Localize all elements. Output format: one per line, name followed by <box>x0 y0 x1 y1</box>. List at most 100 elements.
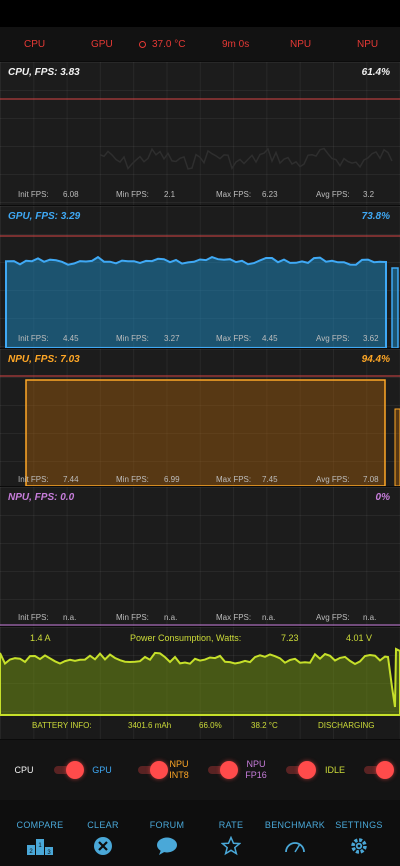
max-fps-value: 6.23 <box>262 190 278 199</box>
battery-info-label: BATTERY INFO: <box>32 721 92 730</box>
battery-temperature: 38.2 °C <box>251 721 278 730</box>
npu-int8-stats-row: Init FPS: 7.44 Min FPS: 6.99 Max FPS: 7.… <box>0 473 400 486</box>
current-value: 1.4 A <box>30 633 51 643</box>
npu-fp16-fps-title: NPU, FPS: 0.0 <box>8 492 75 503</box>
toggle-npu-fp16-switch[interactable] <box>282 761 318 779</box>
gpu-fps-graph <box>0 235 400 348</box>
npu-int8-fps-area <box>25 379 386 486</box>
min-fps-value: 6.99 <box>164 475 180 484</box>
header-gpu-label: GPU <box>91 39 113 50</box>
toggle-cpu-label: CPU <box>14 765 34 775</box>
toggle-npu-fp16-line1: NPU <box>246 759 266 769</box>
header-temperature: 37.0 °C <box>139 39 185 50</box>
max-fps-label: Max FPS: <box>216 334 252 343</box>
system-status-bar <box>0 0 400 27</box>
switch-knob <box>298 761 316 779</box>
cpu-stats-row: Init FPS: 6.08 Min FPS: 2.1 Max FPS: 6.2… <box>0 188 400 202</box>
toggle-gpu-label: GPU <box>92 765 112 775</box>
top-header: CPU GPU 37.0 °C 9m 0s NPU NPU <box>0 27 400 61</box>
toggle-idle-label: IDLE <box>324 765 345 775</box>
unit-toggles-row: CPU GPU NPU INT8 NPU FP16 IDLE <box>0 740 400 800</box>
avg-fps-label: Avg FPS: <box>316 613 350 622</box>
init-fps-value: 7.44 <box>63 475 79 484</box>
cpu-fps-line <box>99 147 393 171</box>
power-consumption-panel: 1.4 A Power Consumption, Watts: 7.23 4.0… <box>0 627 400 739</box>
switch-knob <box>376 761 394 779</box>
nav-clear-label: CLEAR <box>87 820 119 830</box>
cpu-fps-panel: CPU, FPS: 3.83 61.4% Init FPS: 6.08 Min … <box>0 62 400 205</box>
npu-int8-fps-title: NPU, FPS: 7.03 <box>8 354 80 365</box>
battery-level: 66.0% <box>199 721 222 730</box>
bottom-navigation: COMPARE 2 1 3 CLEAR FORUM RATE BENCHMARK <box>0 800 400 866</box>
init-fps-label: Init FPS: <box>18 334 49 343</box>
speedometer-icon <box>285 842 305 853</box>
switch-knob <box>220 761 238 779</box>
power-label: Power Consumption, Watts: <box>130 633 242 643</box>
nav-clear-button[interactable]: CLEAR <box>71 820 135 856</box>
nav-rate-button[interactable]: RATE <box>199 820 263 856</box>
power-watts-value: 7.23 <box>281 633 299 643</box>
gpu-stats-row: Init FPS: 4.45 Min FPS: 3.27 Max FPS: 4.… <box>0 332 400 346</box>
init-fps-label: Init FPS: <box>18 475 49 484</box>
toggle-npu-int8-label: NPU INT8 <box>168 759 190 781</box>
nav-forum-label: FORUM <box>149 820 185 830</box>
toggle-cpu-switch[interactable] <box>50 761 86 779</box>
npu-fp16-stats-row: Init FPS: n.a. Min FPS: n.a. Max FPS: n.… <box>0 611 400 625</box>
nav-compare-button[interactable]: COMPARE 2 1 3 <box>8 820 72 856</box>
init-fps-value: 6.08 <box>63 190 79 199</box>
npu-int8-fps-panel: NPU, FPS: 7.03 94.4% Init FPS: 7.44 Min … <box>0 349 400 486</box>
min-fps-label: Min FPS: <box>116 475 149 484</box>
nav-compare-label: COMPARE <box>16 820 64 830</box>
npu-int8-usage-percent: 94.4% <box>361 354 390 365</box>
toggle-npu-int8-line1: NPU <box>169 759 189 769</box>
npu-fp16-fps-graph <box>0 624 400 626</box>
gpu-fps-title: GPU, FPS: 3.29 <box>8 211 81 222</box>
min-fps-label: Min FPS: <box>116 190 149 199</box>
min-fps-value: 2.1 <box>164 190 176 199</box>
max-fps-label: Max FPS: <box>216 613 252 622</box>
min-fps-value: n.a. <box>164 613 178 622</box>
max-fps-label: Max FPS: <box>216 190 252 199</box>
init-fps-value: n.a. <box>63 613 77 622</box>
chat-bubble-icon <box>157 837 177 855</box>
init-fps-label: Init FPS: <box>18 613 49 622</box>
toggle-npu-int8-switch[interactable] <box>204 761 240 779</box>
init-fps-value: 4.45 <box>63 334 79 343</box>
header-temperature-value: 37.0 °C <box>152 39 186 50</box>
switch-knob <box>150 761 168 779</box>
nav-forum-button[interactable]: FORUM <box>135 820 199 856</box>
npu-fp16-usage-percent: 0% <box>375 492 390 503</box>
avg-fps-value: 7.08 <box>363 475 379 484</box>
min-fps-label: Min FPS: <box>116 613 149 622</box>
nav-benchmark-label: BENCHMARK <box>264 820 326 830</box>
max-fps-value: n.a. <box>262 613 276 622</box>
npu-int8-fps-graph <box>0 375 400 486</box>
cpu-fps-graph <box>0 98 400 171</box>
cpu-fps-title: CPU, FPS: 3.83 <box>8 67 80 78</box>
thermometer-icon <box>139 41 146 48</box>
nav-benchmark-button[interactable]: BENCHMARK <box>263 820 327 856</box>
init-fps-label: Init FPS: <box>18 190 49 199</box>
min-fps-value: 3.27 <box>164 334 180 343</box>
gpu-usage-percent: 73.8% <box>361 211 390 222</box>
toggle-idle-switch[interactable] <box>360 761 396 779</box>
max-fps-value: 4.45 <box>262 334 278 343</box>
toggle-gpu-switch[interactable] <box>134 761 170 779</box>
gpu-fps-panel: GPU, FPS: 3.29 73.8% Init FPS: 4.45 Min … <box>0 206 400 348</box>
max-fps-value: 7.45 <box>262 475 278 484</box>
battery-capacity: 3401.6 mAh <box>128 721 172 730</box>
star-icon <box>221 836 241 856</box>
avg-fps-label: Avg FPS: <box>316 475 350 484</box>
gear-icon <box>351 838 367 854</box>
header-npu-label-2: NPU <box>357 39 379 50</box>
header-cpu-label: CPU <box>24 39 46 50</box>
nav-rate-label: RATE <box>218 820 244 830</box>
avg-fps-value: n.a. <box>363 613 377 622</box>
header-npu-label: NPU <box>290 39 312 50</box>
battery-state: DISCHARGING <box>318 721 375 730</box>
max-fps-label: Max FPS: <box>216 475 252 484</box>
avg-fps-value: 3.62 <box>363 334 379 343</box>
avg-fps-value: 3.2 <box>363 190 375 199</box>
nav-settings-button[interactable]: SETTINGS <box>327 820 391 856</box>
podium-icon: 2 1 3 <box>27 839 53 856</box>
